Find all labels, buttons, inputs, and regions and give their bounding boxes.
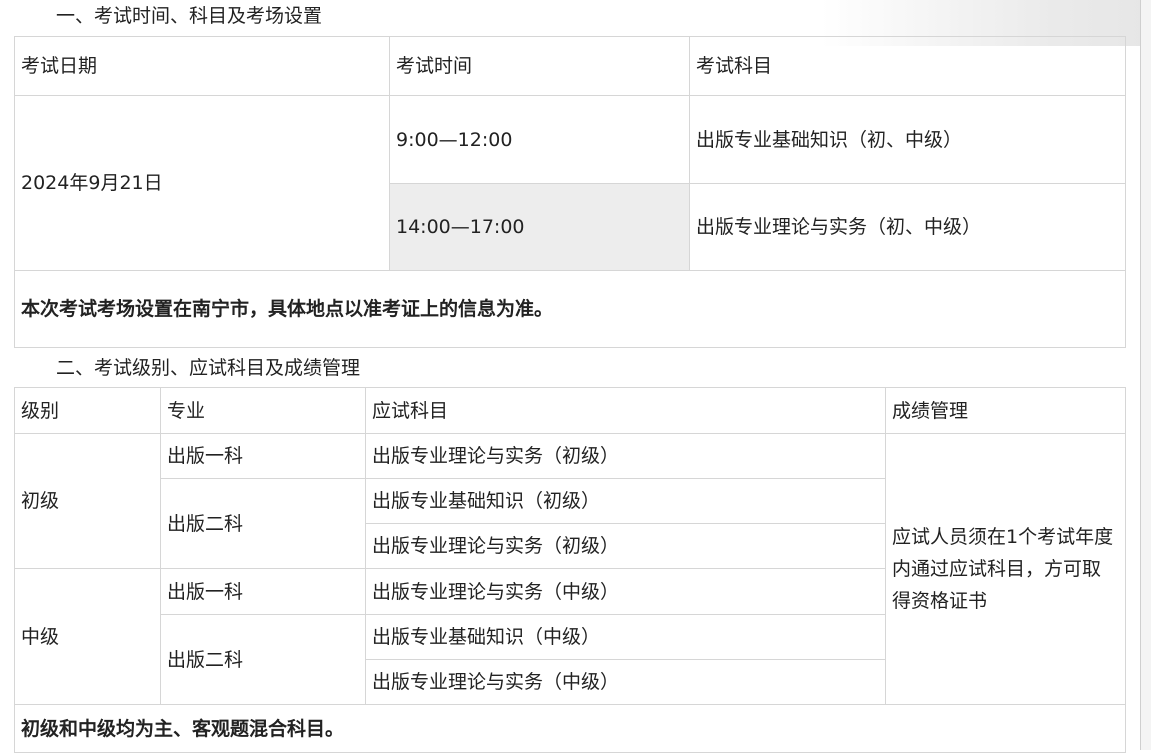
major-cell: 出版一科 [160, 568, 366, 615]
subject-cell: 出版专业理论与实务（中级） [365, 659, 886, 705]
exam-level-table: 级别 专业 应试科目 成绩管理 初级 出版一科 出版专业理论与实务（初级） 应试… [14, 387, 1126, 753]
venue-note: 本次考试考场设置在南宁市，具体地点以准考证上的信息为准。 [14, 270, 1126, 348]
section1-heading: 一、考试时间、科目及考场设置 [56, 5, 323, 27]
exam-time-cell: 14:00—17:00 [389, 183, 690, 271]
exam-schedule-table: 考试日期 考试时间 考试科目 2024年9月21日 9:00—12:00 出版专… [14, 36, 1126, 348]
exam-subject-cell: 出版专业理论与实务（初、中级） [689, 183, 1126, 271]
section2-heading: 二、考试级别、应试科目及成绩管理 [56, 357, 361, 379]
subject-cell: 出版专业理论与实务（初级） [365, 523, 886, 569]
table-header-row: 级别 专业 应试科目 成绩管理 [14, 387, 1126, 434]
header-exam-date: 考试日期 [14, 36, 390, 96]
table-note-row: 初级和中级均为主、客观题混合科目。 [14, 704, 1126, 753]
major-cell: 出版一科 [160, 433, 366, 479]
table-row: 2024年9月21日 9:00—12:00 出版专业基础知识（初、中级） [14, 95, 1126, 271]
table-note-row: 本次考试考场设置在南宁市，具体地点以准考证上的信息为准。 [14, 270, 1126, 348]
subject-cell: 出版专业基础知识（中级） [365, 614, 886, 660]
header-exam-time: 考试时间 [389, 36, 690, 96]
score-management-cell: 应试人员须在1个考试年度内通过应试科目，方可取得资格证书 [885, 433, 1126, 705]
header-exam-subject: 考试科目 [689, 36, 1126, 96]
subject-cell: 出版专业理论与实务（初级） [365, 433, 886, 479]
table-row: 初级 出版一科 出版专业理论与实务（初级） 应试人员须在1个考试年度内通过应试科… [14, 433, 1126, 705]
table-header-row: 考试日期 考试时间 考试科目 [14, 36, 1126, 96]
major-cell: 出版二科 [160, 478, 366, 569]
level-cell: 中级 [14, 568, 161, 705]
header-score-management: 成绩管理 [885, 387, 1126, 434]
exam-date-cell: 2024年9月21日 [14, 95, 390, 271]
question-type-note: 初级和中级均为主、客观题混合科目。 [14, 704, 1126, 753]
major-cell: 出版二科 [160, 614, 366, 705]
header-subject: 应试科目 [365, 387, 886, 434]
header-major: 专业 [160, 387, 366, 434]
vertical-scrollbar[interactable] [1140, 0, 1151, 750]
exam-subject-cell: 出版专业基础知识（初、中级） [689, 95, 1126, 184]
level-cell: 初级 [14, 433, 161, 569]
subject-cell: 出版专业基础知识（初级） [365, 478, 886, 524]
exam-time-cell: 9:00—12:00 [389, 95, 690, 184]
subject-cell: 出版专业理论与实务（中级） [365, 568, 886, 615]
header-level: 级别 [14, 387, 161, 434]
